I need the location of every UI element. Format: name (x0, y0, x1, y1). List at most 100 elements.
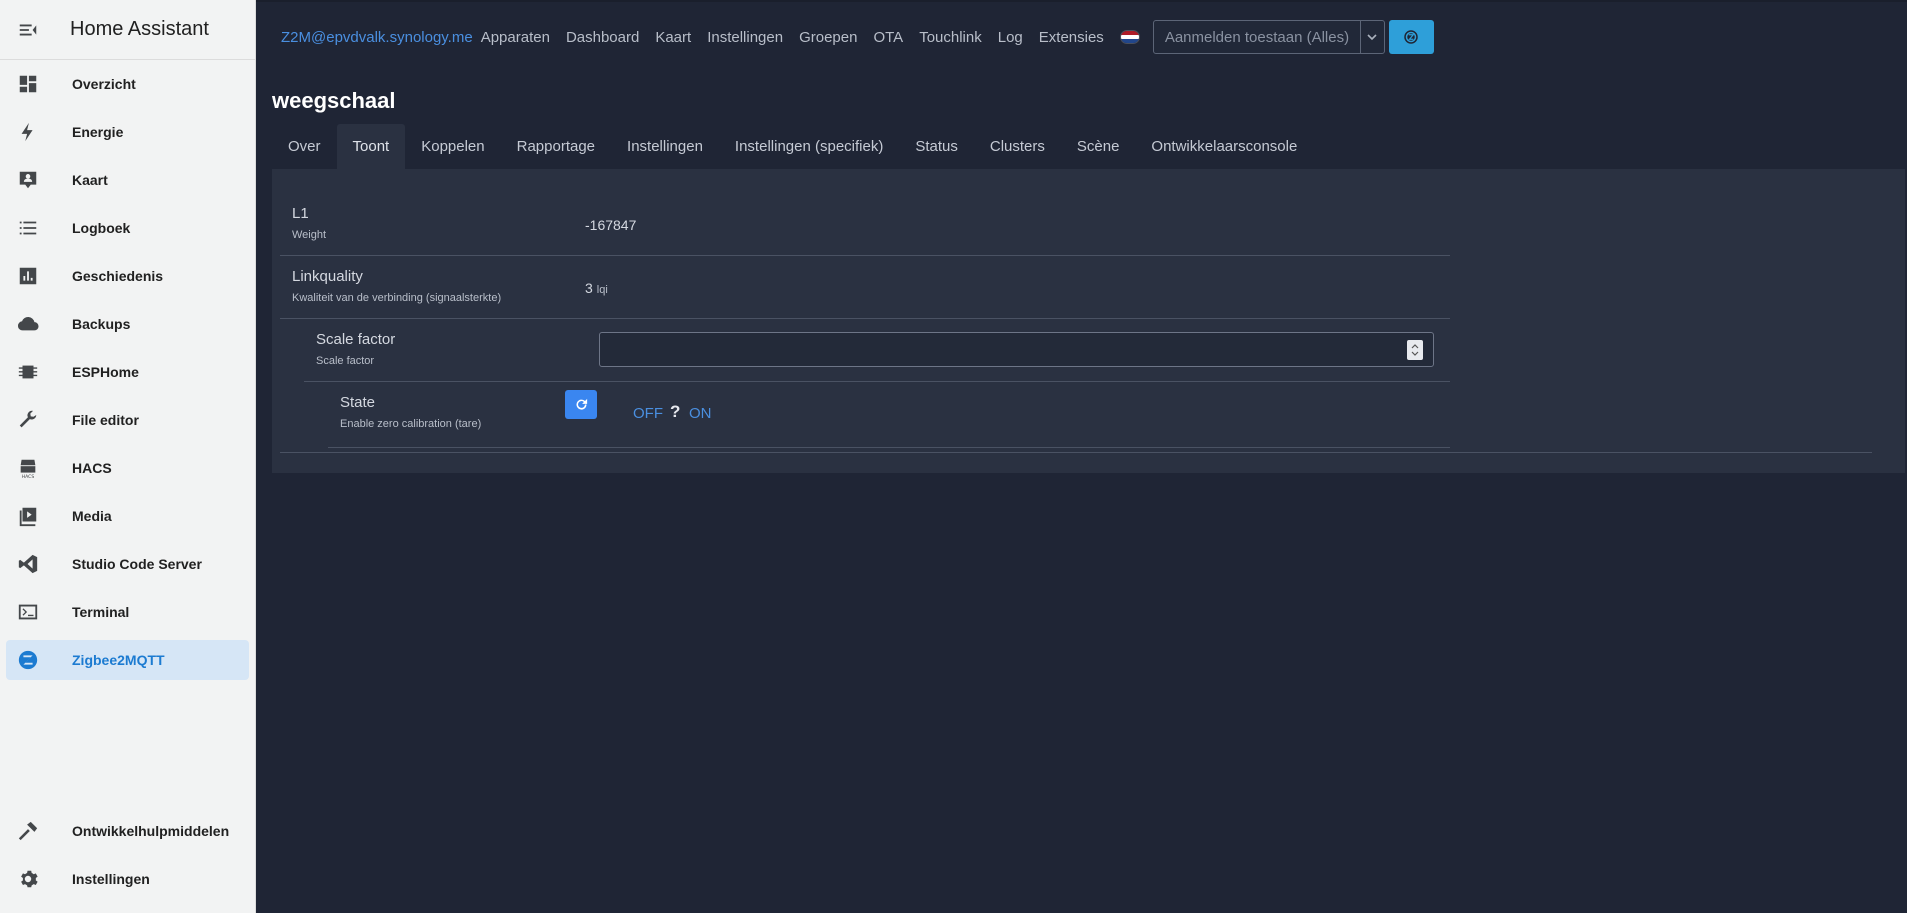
divider (304, 381, 1450, 382)
permit-join-select[interactable]: Aanmelden toestaan (Alles) (1152, 20, 1385, 54)
tab-ontwikkelaarsconsole[interactable]: Ontwikkelaarsconsole (1135, 124, 1313, 169)
nav-link-instellingen[interactable]: Instellingen (707, 29, 783, 46)
state-unknown-indicator: ? (670, 402, 681, 421)
sidebar: Home Assistant Overzicht Energie Kaart L… (0, 0, 256, 913)
language-flag-icon[interactable] (1119, 30, 1140, 44)
nav-link-ota[interactable]: OTA (873, 29, 903, 46)
expose-description: Kwaliteit van de verbinding (signaalster… (292, 292, 502, 304)
sidebar-header: Home Assistant (0, 0, 255, 60)
permit-join-button[interactable] (1388, 20, 1434, 54)
state-off-button[interactable]: OFF (633, 405, 663, 422)
nav-link-log[interactable]: Log (998, 29, 1023, 46)
sidebar-item-file-editor[interactable]: File editor (6, 400, 249, 440)
sidebar-item-backups[interactable]: Backups (6, 304, 249, 344)
svg-text:HACS: HACS (22, 474, 35, 479)
sidebar-item-energie[interactable]: Energie (6, 112, 249, 152)
sidebar-item-instellingen[interactable]: Instellingen (6, 859, 249, 899)
sidebar-item-zigbee2mqtt[interactable]: Zigbee2MQTT (6, 640, 249, 680)
tab-scene[interactable]: Scène (1061, 124, 1136, 169)
divider (328, 447, 1450, 448)
expose-label: Scale factor (316, 331, 396, 348)
brand-link[interactable]: Z2M@epvdvalk.synology.me (281, 29, 473, 46)
nav-link-kaart[interactable]: Kaart (655, 29, 691, 46)
l1-value: -167847 (585, 217, 637, 233)
nav-link-groepen[interactable]: Groepen (799, 29, 857, 46)
sidebar-item-label: HACS (72, 460, 112, 476)
sidebar-bottom: Ontwikkelhulpmiddelen Instellingen (0, 811, 255, 913)
chip-icon (18, 365, 38, 379)
zigbee-logo-icon (1404, 30, 1419, 44)
scale-factor-field[interactable] (600, 333, 1433, 366)
sidebar-item-label: Geschiedenis (72, 268, 164, 284)
expose-description: Weight (292, 229, 327, 241)
lightning-icon (21, 122, 33, 142)
media-icon (19, 507, 37, 527)
exposes-panel: L1 Weight -167847 Linkquality Kwaliteit … (272, 169, 1905, 473)
sidebar-item-kaart[interactable]: Kaart (6, 160, 249, 200)
expose-scale-factor: Scale factor Scale factor (316, 331, 395, 367)
expose-l1: L1 Weight (292, 205, 326, 241)
sidebar-item-ontwikkelhulpmiddelen[interactable]: Ontwikkelhulpmiddelen (6, 811, 249, 851)
tab-toont[interactable]: Toont (336, 124, 406, 169)
terminal-icon (18, 604, 38, 620)
tab-over[interactable]: Over (272, 124, 337, 169)
cog-icon (21, 870, 38, 888)
sidebar-item-esphome[interactable]: ESPHome (6, 352, 249, 392)
nav-link-apparaten[interactable]: Apparaten (481, 29, 550, 46)
wrench-icon (19, 410, 37, 428)
map-icon (19, 171, 37, 189)
expose-description: Enable zero calibration (tare) (340, 418, 482, 430)
hacs-icon: HACS (20, 459, 36, 479)
sidebar-item-studio-code-server[interactable]: Studio Code Server (6, 544, 249, 584)
expose-label: State (340, 394, 376, 411)
nav-link-extensies[interactable]: Extensies (1039, 29, 1104, 46)
panel-bottom-divider (280, 452, 1872, 453)
tab-koppelen[interactable]: Koppelen (405, 124, 500, 169)
menu-toggle-button[interactable] (0, 19, 56, 41)
list-icon (19, 221, 37, 235)
tab-status[interactable]: Status (899, 124, 974, 169)
sidebar-item-overzicht[interactable]: Overzicht (6, 64, 249, 104)
sidebar-item-label: Overzicht (72, 76, 136, 92)
sidebar-item-label: Kaart (72, 172, 108, 188)
cloud-icon (17, 316, 39, 331)
refresh-button[interactable] (565, 390, 597, 419)
sidebar-item-label: Instellingen (72, 871, 150, 887)
divider (280, 255, 1450, 256)
hammer-icon (18, 821, 38, 841)
sidebar-item-terminal[interactable]: Terminal (6, 592, 249, 632)
sidebar-item-geschiedenis[interactable]: Geschiedenis (6, 256, 249, 296)
page-title: weegschaal (272, 88, 396, 113)
main-content: Z2M@epvdvalk.synology.me Apparaten Dashb… (256, 0, 1907, 913)
sidebar-item-logboek[interactable]: Logboek (6, 208, 249, 248)
tab-rapportage[interactable]: Rapportage (501, 124, 611, 169)
refresh-icon (576, 398, 587, 410)
sidebar-item-media[interactable]: Media (6, 496, 249, 536)
nav-link-dashboard[interactable]: Dashboard (566, 29, 639, 46)
sidebar-nav: Overzicht Energie Kaart Logboek Geschied… (0, 60, 255, 680)
nav-link-touchlink[interactable]: Touchlink (919, 29, 982, 46)
sidebar-item-hacs[interactable]: HACS HACS (6, 448, 249, 488)
expose-state: State Enable zero calibration (tare) (340, 394, 481, 430)
sidebar-item-label: Studio Code Server (72, 556, 202, 572)
state-on-button[interactable]: ON (689, 405, 712, 422)
sidebar-item-label: Terminal (72, 604, 130, 620)
zigbee-icon (18, 650, 38, 670)
divider (280, 318, 1450, 319)
tab-instellingen[interactable]: Instellingen (611, 124, 719, 169)
scale-factor-input[interactable] (599, 332, 1434, 367)
dashboard-icon (19, 75, 37, 93)
sidebar-item-label: Energie (72, 124, 124, 140)
expose-label: L1 (292, 205, 309, 222)
sidebar-item-label: File editor (72, 412, 139, 428)
number-stepper-icon[interactable] (1407, 340, 1423, 360)
vscode-icon (18, 554, 38, 574)
tab-instellingen-specifiek[interactable]: Instellingen (specifiek) (719, 124, 899, 169)
chevron-down-icon[interactable] (1359, 21, 1384, 53)
linkquality-value: 3 lqi (585, 280, 608, 296)
expose-description: Scale factor (316, 355, 375, 367)
tab-clusters[interactable]: Clusters (974, 124, 1061, 169)
linkquality-unit: lqi (596, 284, 608, 296)
top-navigation: Z2M@epvdvalk.synology.me Apparaten Dashb… (256, 0, 1907, 72)
chart-icon (19, 267, 37, 285)
